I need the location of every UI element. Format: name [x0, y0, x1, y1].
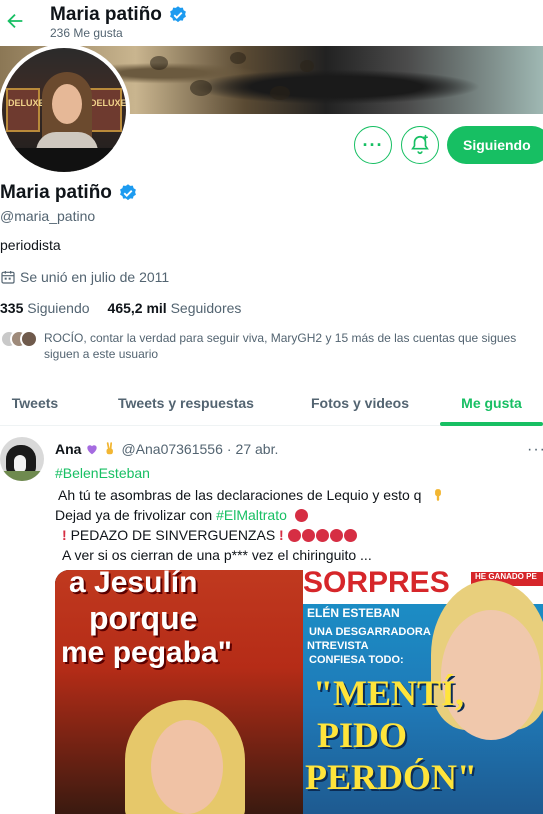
cover-text: me pegaba": [61, 636, 232, 669]
profile-handle: @maria_patino: [0, 208, 96, 224]
profile-tabs: Tweets Tweets y respuestas Fotos y video…: [0, 380, 543, 426]
bell-plus-icon: [411, 134, 429, 155]
header-title: Maria patiño: [50, 4, 188, 26]
tweet-handle[interactable]: @Ana07361556: [121, 441, 222, 457]
tweet-author-name[interactable]: Ana: [55, 441, 81, 457]
back-arrow-icon[interactable]: [4, 10, 26, 32]
tweet-separator: ·: [226, 441, 232, 457]
tweet-avatar[interactable]: [0, 437, 44, 481]
profile-bio: periodista: [0, 237, 61, 253]
tweet-header: Ana @Ana07361556 · 27 abr.: [55, 441, 278, 457]
tweet-text: Dejad ya de frivolizar con: [55, 507, 213, 523]
tweet-line-4: ! PEDAZO DE SINVERGUENZAS !: [62, 527, 358, 543]
tweet[interactable]: Ana @Ana07361556 · 27 abr. ··· #BelenEst…: [0, 427, 543, 814]
followers-you-know[interactable]: ROCÍO, contar la verdad para seguir viva…: [0, 328, 543, 362]
followers-label: Seguidores: [170, 300, 242, 316]
magazine-cover-left[interactable]: a Jesulín porque me pegaba": [55, 570, 303, 814]
pointing-down-icon: [435, 489, 442, 501]
following-link[interactable]: 335 Siguiendo: [0, 300, 90, 316]
follow-stats: 335 Siguiendo 465,2 mil Seguidores: [0, 300, 241, 316]
cover-text: ELÉN ESTEBAN: [307, 606, 400, 620]
joined-date: Se unió en julio de 2011: [0, 269, 169, 285]
hashtag-link[interactable]: #ElMaltrato: [216, 507, 287, 523]
calendar-icon: [1, 271, 15, 284]
profile-name: Maria patiño: [0, 182, 138, 204]
tweet-line-2: Ah tú te asombras de las declaraciones d…: [58, 487, 445, 503]
profile-avatar[interactable]: DELUXE DELUXE: [0, 44, 130, 176]
profile-name-text: Maria patiño: [0, 182, 112, 203]
more-options-icon: ···: [362, 134, 384, 155]
tweet-line-5: A ver si os cierran de una p*** vez el c…: [62, 547, 372, 563]
victory-hand-icon: [106, 442, 114, 455]
tweet-text: PEDAZO DE SINVERGUENZAS: [70, 527, 276, 543]
angry-face-icon: [315, 529, 329, 542]
tweet-line-1: #BelenEsteban: [55, 465, 150, 481]
avatar-sign-left: DELUXE: [8, 98, 45, 108]
angry-face-icon: [287, 529, 301, 542]
following-button[interactable]: Siguiendo: [447, 126, 543, 164]
tab-tweets-replies[interactable]: Tweets y respuestas: [108, 380, 264, 426]
cover-text: a Jesulín: [69, 570, 198, 599]
header-name: Maria patiño: [50, 4, 162, 25]
tweet-line-3: Dejad ya de frivolizar con #ElMaltrato: [55, 507, 309, 523]
angry-face-icon: [301, 529, 315, 542]
active-tab-indicator: [440, 422, 543, 426]
tweet-more-button[interactable]: ···: [527, 441, 543, 459]
cover-headline: PERDÓN": [305, 757, 477, 797]
followers-you-know-text: ROCÍO, contar la verdad para seguir viva…: [44, 331, 517, 361]
cover-text: porque: [89, 600, 198, 636]
mini-avatars: [0, 330, 40, 348]
cover-text: NTREVISTA: [307, 640, 369, 652]
following-label: Siguiendo: [27, 300, 90, 316]
tab-media[interactable]: Fotos y videos: [300, 380, 420, 426]
magazine-cover-right[interactable]: SORPRES HE GANADO PE ELÉN ESTEBAN UNA DE…: [303, 570, 543, 814]
cover-headline: PIDO: [317, 715, 407, 755]
purple-heart-icon: [87, 445, 98, 455]
following-count: 335: [0, 300, 24, 316]
followers-link[interactable]: 465,2 mil Seguidores: [108, 300, 242, 316]
tweet-date[interactable]: 27 abr.: [236, 441, 279, 457]
tweet-media[interactable]: a Jesulín porque me pegaba" SORPRES HE G…: [55, 570, 543, 814]
tab-likes[interactable]: Me gusta: [440, 380, 543, 426]
verified-icon: [119, 184, 136, 201]
followers-count: 465,2 mil: [107, 300, 167, 316]
angry-face-icon: [329, 529, 343, 542]
avatar-sign-right: DELUXE: [90, 98, 127, 108]
notifications-button[interactable]: [401, 126, 439, 164]
joined-text: Se unió en julio de 2011: [20, 269, 170, 285]
cover-header: SORPRES: [303, 570, 450, 599]
cover-text: CONFIESA TODO:: [309, 654, 404, 666]
tab-tweets[interactable]: Tweets: [0, 380, 70, 426]
tweet-text: Ah tú te asombras de las declaraciones d…: [58, 487, 422, 503]
angry-face-icon: [294, 509, 308, 522]
verified-icon: [169, 6, 186, 23]
cover-headline: "MENTÍ,: [313, 673, 464, 713]
cover-text: UNA DESGARRADORA: [309, 626, 431, 638]
likes-count: 236 Me gusta: [50, 26, 123, 40]
exclamation-icon: !: [279, 527, 284, 543]
hashtag-link[interactable]: #BelenEsteban: [55, 465, 150, 481]
profile-header: Maria patiño 236 Me gusta: [0, 0, 543, 46]
mini-avatar: [20, 330, 38, 348]
angry-face-icon: [343, 529, 357, 542]
more-options-button[interactable]: ···: [354, 126, 392, 164]
exclamation-icon: !: [62, 527, 67, 543]
